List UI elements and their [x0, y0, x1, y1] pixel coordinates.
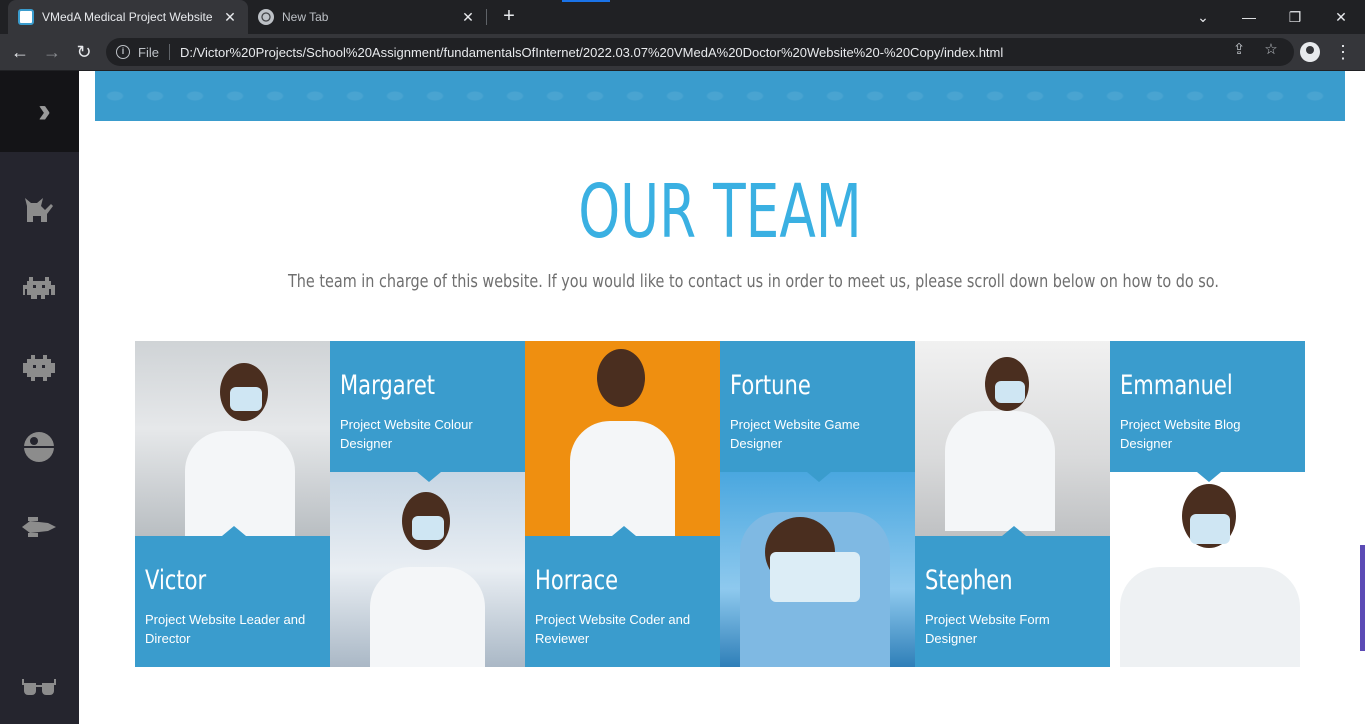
team-card-fortune: Fortune Project Website Game Designer	[720, 341, 915, 482]
team-card-victor: Victor Project Website Leader and Direct…	[135, 526, 330, 667]
double-chevron-right-icon[interactable]: ››	[0, 71, 79, 152]
team-card-emmanuel: Emmanuel Project Website Blog Designer	[1110, 341, 1305, 482]
death-star-icon[interactable]	[22, 430, 56, 464]
member-name: Horrace	[535, 565, 619, 596]
tab-title: VMedA Medical Project Website	[42, 10, 213, 24]
team-photo-victor	[135, 341, 330, 536]
member-name: Margaret	[340, 370, 436, 401]
tab-title: New Tab	[282, 10, 329, 24]
url-text[interactable]: D:/Victor%20Projects/School%20Assignment…	[180, 45, 1003, 60]
page-viewport: ›› OUR TEAM The team in charge of this w…	[0, 71, 1365, 724]
team-photo-stephen	[915, 341, 1110, 536]
card-pointer	[222, 526, 246, 536]
forward-button[interactable]: →	[38, 38, 66, 66]
member-role: Project Website Coder and Reviewer	[535, 612, 691, 646]
tab-strip: VMedA Medical Project Website ✕ New Tab …	[0, 0, 1365, 34]
member-name: Stephen	[925, 565, 1013, 596]
profile-avatar[interactable]	[1300, 42, 1320, 62]
reload-button[interactable]: ↻	[70, 38, 98, 66]
team-photo-margaret	[330, 472, 525, 667]
cat-icon[interactable]	[22, 192, 56, 226]
card-pointer	[612, 526, 636, 536]
member-role: Project Website Colour Designer	[340, 417, 473, 451]
team-photo-horrace	[525, 341, 720, 536]
side-navigation: ››	[0, 71, 79, 724]
bookmark-star-icon[interactable]: ☆	[1259, 38, 1283, 62]
card-pointer	[807, 472, 831, 482]
space-invader-icon[interactable]	[22, 271, 56, 305]
team-grid: Victor Project Website Leader and Direct…	[135, 341, 1305, 667]
tab-close-icon[interactable]: ✕	[222, 9, 238, 26]
card-pointer	[1002, 526, 1026, 536]
team-card-horrace: Horrace Project Website Coder and Review…	[525, 526, 720, 667]
tab-search-icon[interactable]: ⌄	[1180, 0, 1226, 34]
header-banner	[95, 71, 1345, 121]
card-pointer	[1197, 472, 1221, 482]
scheme-label: File	[138, 44, 159, 60]
back-button[interactable]: ←	[6, 38, 34, 66]
team-photo-fortune	[720, 472, 915, 667]
address-bar[interactable]: i File D:/Victor%20Projects/School%20Ass…	[106, 38, 1294, 66]
tab-vmeda[interactable]: VMedA Medical Project Website ✕	[8, 0, 248, 34]
info-icon[interactable]: i	[116, 45, 130, 59]
close-window-button[interactable]: ✕	[1318, 0, 1364, 34]
member-name: Fortune	[730, 370, 811, 401]
member-role: Project Website Form Designer	[925, 612, 1050, 646]
chrome-icon	[258, 9, 274, 25]
spaceship-icon[interactable]	[22, 510, 56, 544]
browser-toolbar: ← → ↻ i File D:/Victor%20Projects/School…	[0, 34, 1365, 70]
card-pointer	[417, 472, 441, 482]
member-role: Project Website Game Designer	[730, 417, 860, 451]
member-role: Project Website Blog Designer	[1120, 417, 1241, 451]
member-name: Victor	[145, 565, 207, 596]
tab-close-icon[interactable]: ✕	[460, 9, 476, 26]
site-favicon-icon	[18, 9, 34, 25]
team-photo-emmanuel	[1110, 472, 1305, 667]
tab-new-tab[interactable]: New Tab ✕	[248, 0, 486, 34]
restore-button[interactable]: ❐	[1272, 0, 1318, 34]
tab-divider	[486, 9, 487, 25]
omnibox-divider	[168, 44, 170, 60]
glasses-icon[interactable]	[22, 670, 56, 704]
minimize-button[interactable]: —	[1226, 0, 1272, 34]
page-scrollbar-thumb[interactable]	[1360, 545, 1365, 651]
section-subtitle: The team in charge of this website. If y…	[288, 271, 1219, 292]
new-tab-button[interactable]: +	[498, 5, 520, 27]
team-card-stephen: Stephen Project Website Form Designer	[915, 526, 1110, 667]
browser-menu-icon[interactable]: ⋮	[1334, 38, 1352, 66]
share-icon[interactable]: ⇪	[1227, 38, 1251, 62]
member-name: Emmanuel	[1120, 370, 1233, 401]
section-title: OUR TEAM	[578, 169, 862, 255]
space-invader-alt-icon[interactable]	[22, 351, 56, 385]
tab-indicator	[562, 0, 610, 2]
member-role: Project Website Leader and Director	[145, 612, 306, 646]
team-card-margaret: Margaret Project Website Colour Designer	[330, 341, 525, 482]
